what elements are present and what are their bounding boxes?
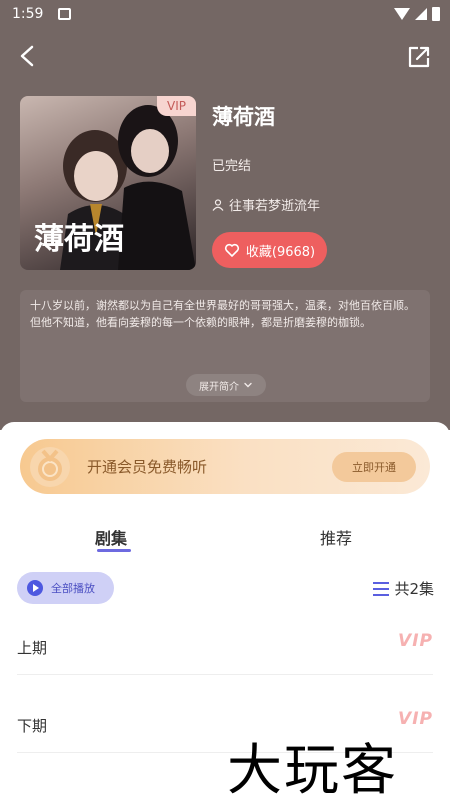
favorite-button[interactable]: 收藏(9668) [212, 232, 327, 268]
vip-badge: VIP [157, 96, 196, 116]
status-icons [394, 7, 440, 21]
share-button[interactable] [406, 44, 432, 70]
book-title: 薄荷酒 [212, 105, 275, 129]
status-time: 1:59 [12, 6, 44, 22]
back-button[interactable] [14, 42, 42, 70]
signal-icon [415, 8, 427, 20]
medal-icon [30, 447, 70, 487]
list-icon [373, 581, 390, 596]
share-icon [408, 46, 430, 68]
wifi-icon [394, 8, 410, 20]
watermark: 大玩客 [227, 738, 399, 800]
author-name: 往事若梦逝流年 [229, 199, 321, 214]
episode-title: 上期 [17, 639, 48, 657]
favorite-label: 收藏(9668) [245, 244, 316, 260]
vip-banner-text: 开通会员免费畅听 [87, 458, 208, 476]
header-area: 1:59 VIP 薄荷酒 薄荷酒 已完结 往事若梦逝流年 收藏(9668) 十八… [0, 0, 450, 430]
tab-episodes[interactable]: 剧集 [95, 525, 127, 549]
play-all-button[interactable]: 全部播放 [17, 572, 114, 604]
synopsis-text: 十八岁以前，谢然都以为自己有全世界最好的哥哥强大，温柔，对他百依百顺。但他不知道… [30, 299, 415, 329]
cover-title: 薄荷酒 [34, 222, 124, 257]
episode-count[interactable]: 共2集 [373, 578, 434, 599]
vip-banner[interactable]: 开通会员免费畅听 立即开通 [20, 439, 430, 494]
episode-vip-badge: VIP [398, 709, 433, 729]
episode-vip-badge: VIP [398, 631, 433, 651]
episode-title: 下期 [17, 717, 48, 735]
chevron-down-icon [244, 382, 252, 388]
audiobook-detail-page: 1:59 VIP 薄荷酒 薄荷酒 已完结 往事若梦逝流年 收藏(9668) 十八… [0, 0, 450, 800]
episode-row[interactable]: 上期 VIP [17, 615, 433, 675]
book-status: 已完结 [212, 159, 252, 174]
battery-icon [432, 7, 440, 21]
open-vip-button[interactable]: 立即开通 [332, 452, 416, 482]
status-bar: 1:59 [0, 0, 450, 30]
play-icon [27, 580, 43, 596]
episode-count-label: 共2集 [394, 580, 434, 598]
tab-recommend[interactable]: 推荐 [320, 525, 352, 549]
author-line[interactable]: 往事若梦逝流年 [212, 195, 320, 214]
book-cover[interactable]: VIP 薄荷酒 [20, 96, 196, 270]
expand-label: 展开简介 [199, 381, 239, 393]
active-tab-indicator [97, 549, 131, 552]
person-icon [212, 198, 224, 211]
expand-synopsis-button[interactable]: 展开简介 [186, 374, 266, 396]
play-all-label: 全部播放 [51, 582, 95, 595]
gallery-icon [58, 8, 71, 20]
chevron-left-icon [20, 45, 34, 67]
heart-icon [224, 243, 239, 257]
